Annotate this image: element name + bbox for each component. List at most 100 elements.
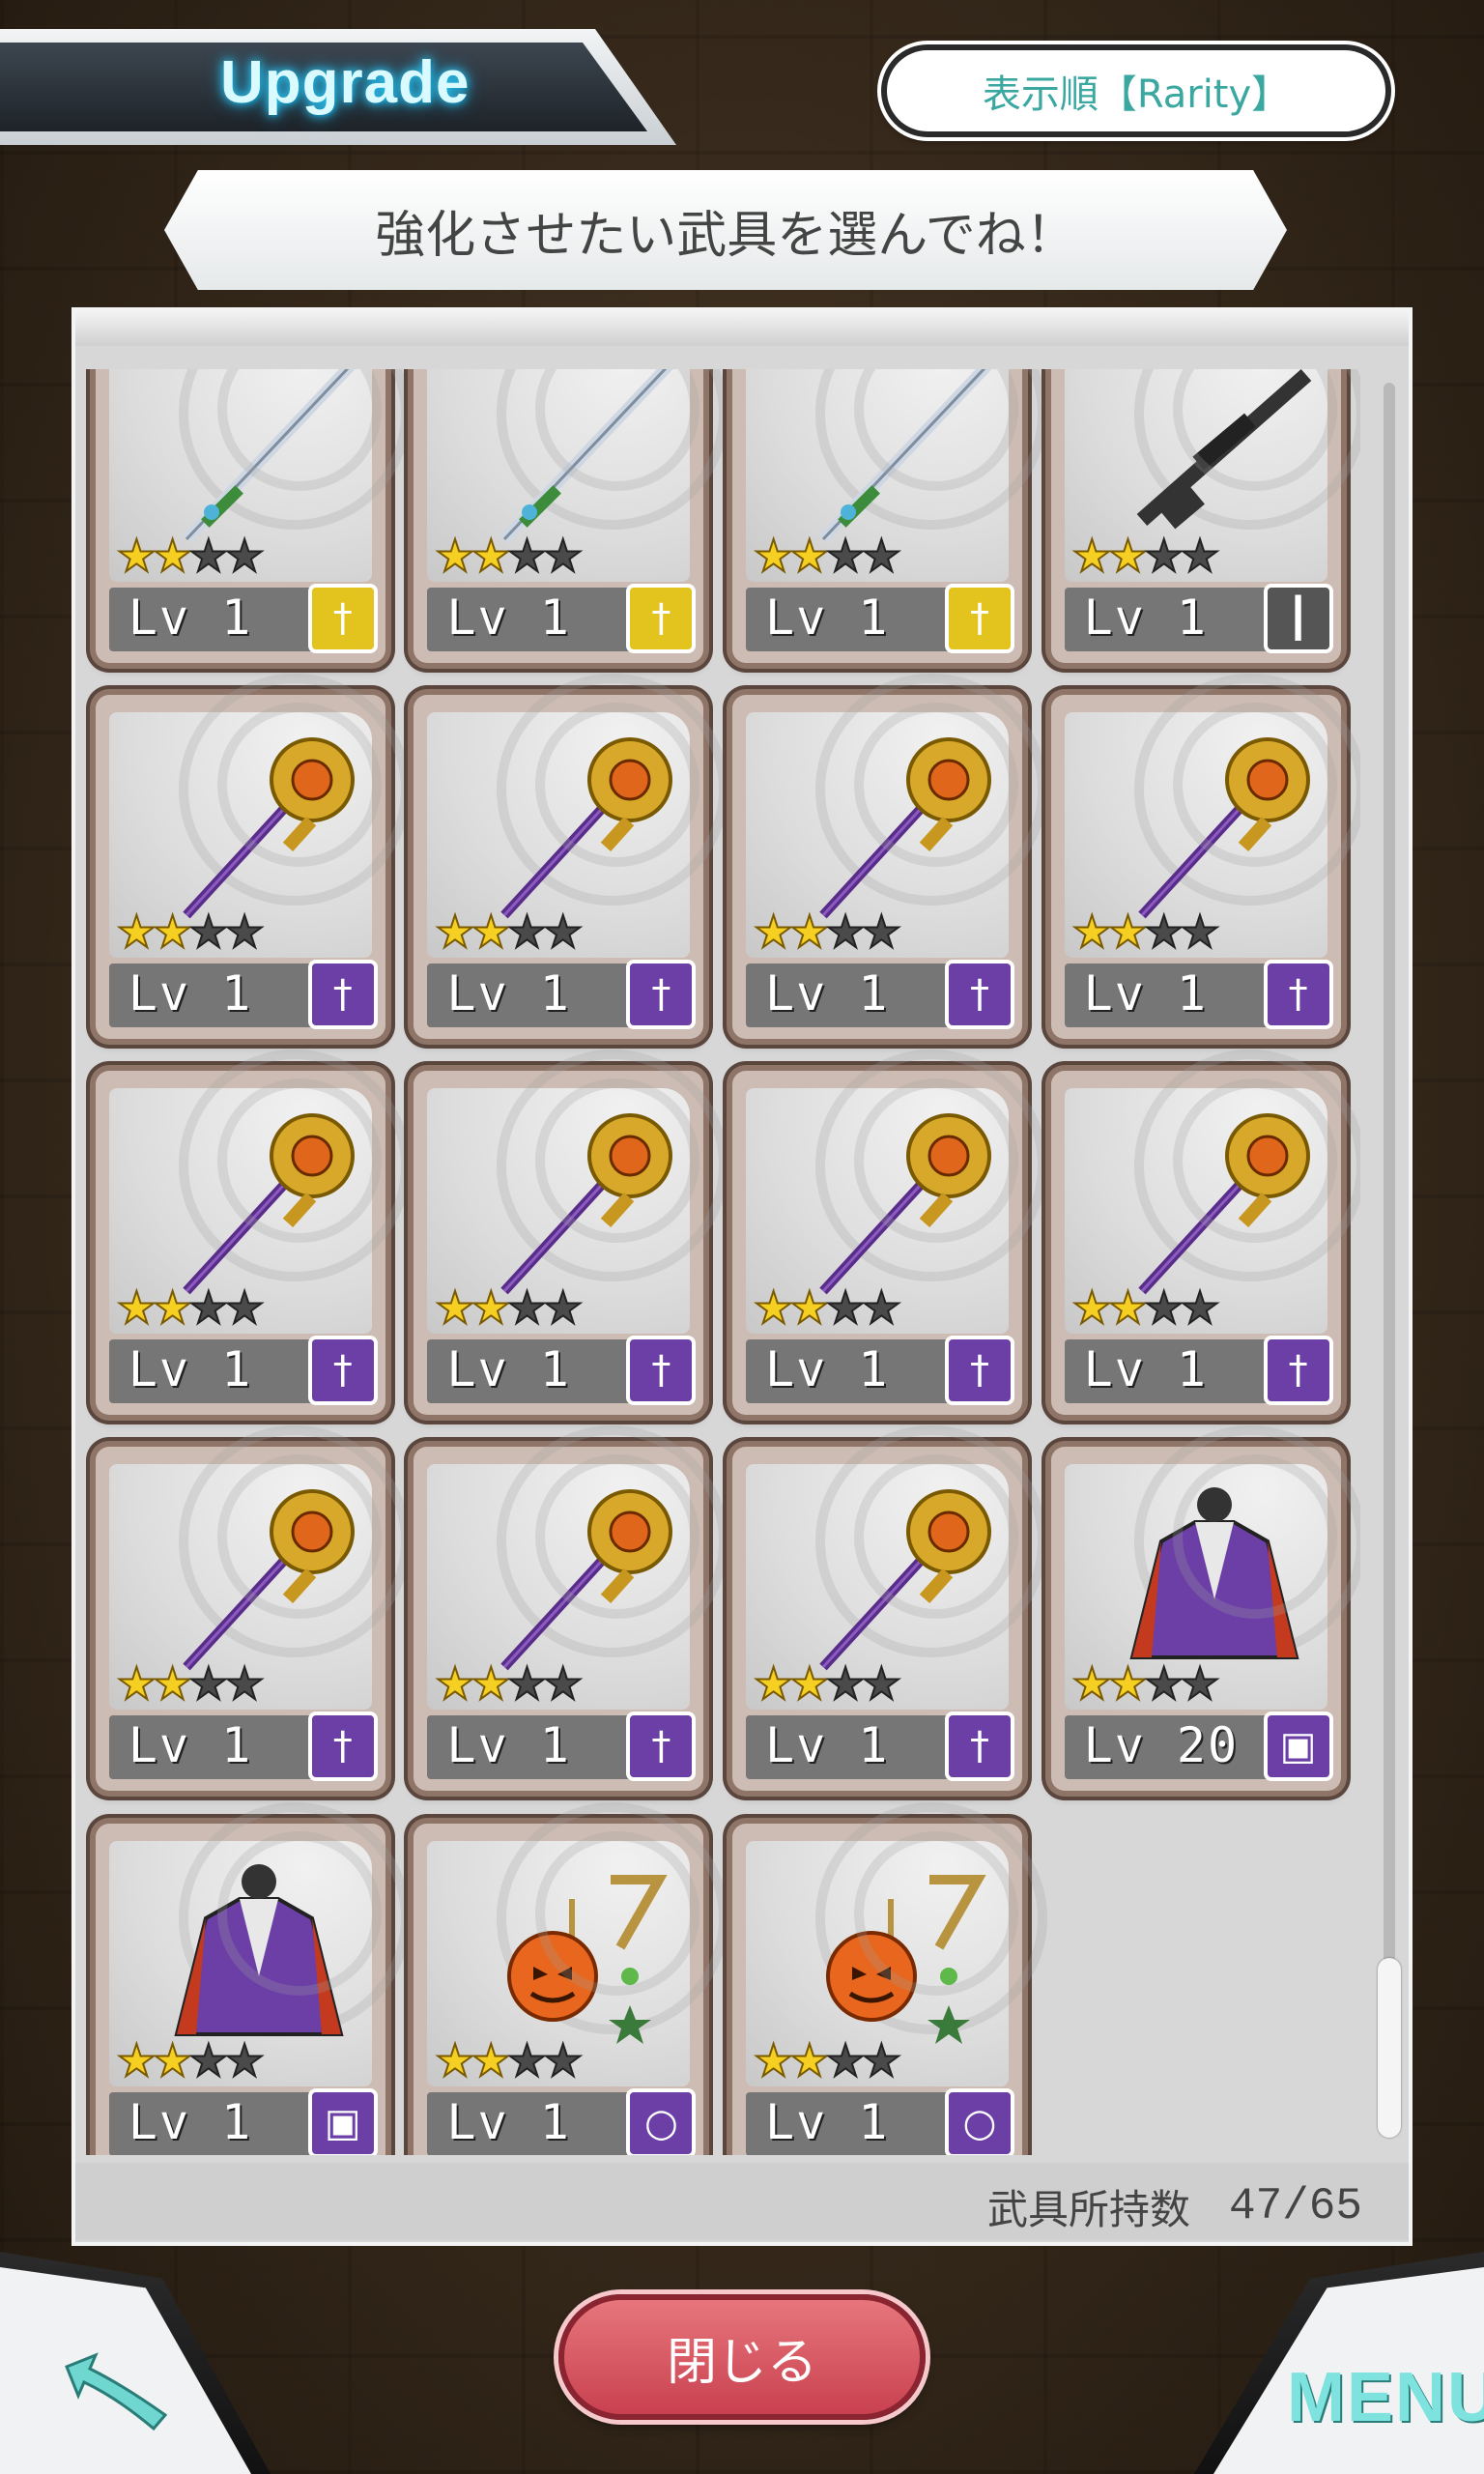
scrollbar-track[interactable] (1384, 383, 1395, 2138)
star-filled-icon: ★ (471, 906, 512, 959)
rarity-stars: ★★★★ (116, 1284, 266, 1331)
star-empty-icon: ★ (824, 2033, 866, 2086)
star-filled-icon: ★ (1107, 906, 1149, 959)
item-count-label: 武具所持数 (986, 2185, 1190, 2233)
star-empty-icon: ★ (1143, 530, 1184, 582)
star-empty-icon: ★ (187, 1657, 229, 1711)
rarity-stars: ★★★★ (434, 2037, 584, 2084)
item-level: Lv 1 (446, 1717, 571, 1774)
gun-icon: ┃ (1263, 584, 1333, 653)
sort-order-button[interactable]: 表示順【Rarity】 (881, 44, 1391, 137)
back-arrow-icon (65, 2352, 168, 2431)
sword-item-image (785, 369, 1007, 549)
staff-item-image (785, 1483, 1007, 1677)
star-filled-icon: ★ (788, 1657, 830, 1711)
item-grid[interactable]: ★★★★ Lv 1 † ★★★★ Lv 1 † ★★★★ Lv 1 † ★★★★ Lv 1 ┃ ★★★★… (75, 369, 1360, 2155)
sword-item-image (466, 369, 688, 549)
star-filled-icon: ★ (1071, 906, 1113, 959)
item-card[interactable]: ★★★★ Lv 1 † (95, 1050, 411, 1416)
item-card[interactable]: ★★★★ Lv 1 † (414, 674, 729, 1040)
item-card[interactable]: ★★★★ Lv 1 ┃ (1050, 369, 1360, 663)
star-empty-icon: ★ (187, 530, 229, 582)
item-card[interactable]: ★★★★ Lv 1 † (414, 1425, 729, 1792)
star-filled-icon: ★ (471, 530, 512, 582)
rarity-stars: ★★★★ (116, 532, 266, 579)
star-filled-icon: ★ (788, 2033, 830, 2086)
star-filled-icon: ★ (753, 2033, 794, 2086)
close-button[interactable]: 閉じる (558, 2294, 926, 2420)
star-filled-icon: ★ (1071, 1281, 1113, 1335)
rarity-stars: ★★★★ (1071, 532, 1221, 579)
armor-item-image (1103, 1483, 1326, 1677)
armor-icon: ▣ (1263, 1712, 1333, 1782)
staff-icon: † (307, 1712, 378, 1782)
star-filled-icon: ★ (753, 1657, 794, 1711)
rarity-stars: ★★★★ (1071, 1660, 1221, 1707)
rarity-stars: ★★★★ (753, 1284, 902, 1331)
star-empty-icon: ★ (824, 1657, 866, 1711)
item-card[interactable]: ★★★★ Lv 1 † (95, 674, 411, 1040)
star-filled-icon: ★ (753, 906, 794, 959)
item-card[interactable]: ★★★★ Lv 1 † (95, 369, 411, 663)
star-empty-icon: ★ (1179, 530, 1220, 582)
staff-item-image (1103, 1108, 1326, 1301)
item-level: Lv 1 (128, 2093, 253, 2150)
staff-icon: † (626, 960, 697, 1030)
item-card[interactable]: ★★★★ Lv 1 † (1050, 674, 1360, 1040)
item-card[interactable]: ★★★★ Lv 1 † (414, 369, 729, 663)
star-filled-icon: ★ (471, 2033, 512, 2086)
staff-icon: † (626, 1712, 697, 1782)
rarity-stars: ★★★★ (116, 908, 266, 955)
staff-icon: † (307, 1336, 378, 1406)
star-filled-icon: ★ (1071, 530, 1113, 582)
item-card[interactable]: ★★★★ Lv 1 † (1050, 1050, 1360, 1416)
item-card[interactable]: ★★★★ Lv 1 † (732, 369, 1047, 663)
star-filled-icon: ★ (1107, 1657, 1149, 1711)
item-card[interactable]: ★★★★ Lv 1 † (732, 674, 1047, 1040)
star-filled-icon: ★ (116, 1657, 157, 1711)
rarity-stars: ★★★★ (116, 1660, 266, 1707)
menu-button[interactable]: MENU (1287, 2358, 1484, 2437)
item-card[interactable]: ★★★★ Lv 20 ▣ (1050, 1425, 1360, 1792)
item-card[interactable]: ★★★★ Lv 1 ○ (414, 1801, 729, 2155)
star-empty-icon: ★ (506, 1657, 548, 1711)
star-filled-icon: ★ (152, 1281, 193, 1335)
item-card[interactable]: ★★★★ Lv 1 ▣ (95, 1801, 411, 2155)
staff-icon: † (1263, 960, 1333, 1030)
staff-icon: † (945, 960, 1014, 1030)
star-filled-icon: ★ (152, 1657, 193, 1711)
star-filled-icon: ★ (152, 2033, 193, 2086)
item-card[interactable]: ★★★★ Lv 1 † (732, 1050, 1047, 1416)
star-empty-icon: ★ (506, 906, 548, 959)
item-level: Lv 1 (1083, 965, 1209, 1022)
star-empty-icon: ★ (542, 530, 584, 582)
star-filled-icon: ★ (471, 1281, 512, 1335)
item-card[interactable]: ★★★★ Lv 1 † (732, 1425, 1047, 1792)
star-empty-icon: ★ (861, 906, 902, 959)
star-filled-icon: ★ (1107, 1281, 1149, 1335)
star-filled-icon: ★ (788, 906, 830, 959)
star-empty-icon: ★ (542, 906, 584, 959)
star-empty-icon: ★ (861, 1657, 902, 1711)
item-card[interactable]: ★★★★ Lv 1 † (95, 1425, 411, 1792)
rarity-stars: ★★★★ (753, 2037, 902, 2084)
star-empty-icon: ★ (542, 1281, 584, 1335)
sword-icon: † (307, 584, 378, 653)
back-button[interactable] (52, 2343, 178, 2439)
item-level: Lv 1 (128, 1341, 253, 1398)
rarity-stars: ★★★★ (753, 1660, 902, 1707)
star-filled-icon: ★ (788, 530, 830, 582)
armor-item-image (148, 1860, 370, 2054)
item-level: Lv 1 (765, 590, 890, 646)
star-empty-icon: ★ (506, 2033, 548, 2086)
scrollbar-thumb[interactable] (1378, 1958, 1401, 2138)
acc-item-image (785, 1860, 1007, 2054)
item-count: 武具所持数 47/65 (937, 2172, 1362, 2240)
star-empty-icon: ★ (824, 1281, 866, 1335)
star-filled-icon: ★ (1107, 530, 1149, 582)
sword-icon: † (945, 584, 1014, 653)
star-empty-icon: ★ (187, 906, 229, 959)
star-empty-icon: ★ (542, 1657, 584, 1711)
item-card[interactable]: ★★★★ Lv 1 † (414, 1050, 729, 1416)
item-card[interactable]: ★★★★ Lv 1 ○ (732, 1801, 1047, 2155)
